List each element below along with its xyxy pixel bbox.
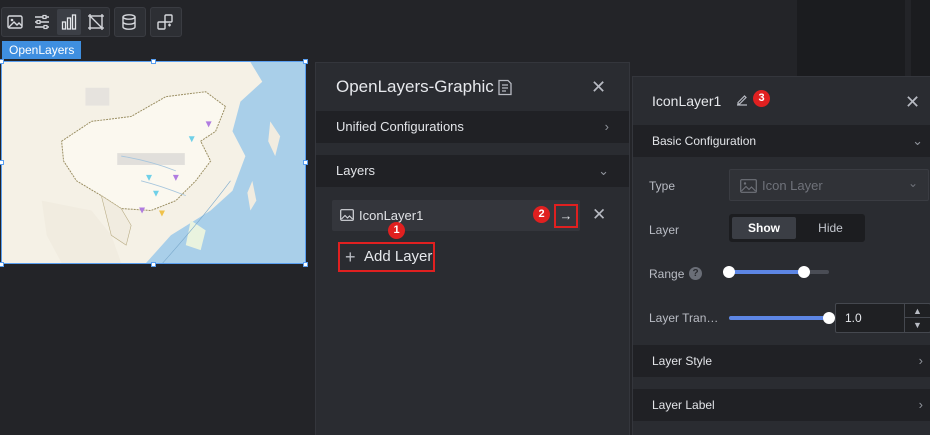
range-slider-min-handle[interactable] bbox=[723, 266, 735, 278]
graphic-config-panel: OpenLayers-Graphic ✕ Unified Configurati… bbox=[315, 62, 630, 435]
plus-icon: + bbox=[345, 247, 356, 267]
type-value: Icon Layer bbox=[762, 178, 823, 193]
help-icon[interactable]: ? bbox=[689, 267, 702, 280]
resize-handle[interactable] bbox=[303, 262, 308, 267]
type-select[interactable]: Icon Layer ⌄ bbox=[729, 169, 929, 201]
range-slider-fill bbox=[729, 270, 804, 274]
resize-handle[interactable] bbox=[0, 160, 4, 165]
transparency-slider-fill bbox=[729, 316, 829, 320]
range-slider-max-handle[interactable] bbox=[798, 266, 810, 278]
close-icon[interactable]: ✕ bbox=[591, 78, 606, 96]
edit-pencil-icon[interactable] bbox=[735, 93, 749, 107]
image-tool-button[interactable] bbox=[3, 9, 28, 35]
visibility-toggle: Show Hide bbox=[729, 214, 865, 242]
step-badge-2: 2 bbox=[533, 206, 550, 223]
crop-frame-icon bbox=[87, 14, 104, 30]
stepper: ▲ ▼ bbox=[904, 304, 930, 332]
resize-handle[interactable] bbox=[303, 59, 308, 64]
increment-icon[interactable]: ▲ bbox=[905, 304, 930, 318]
interaction-button[interactable] bbox=[152, 9, 178, 35]
shuffle-link-icon bbox=[157, 14, 173, 30]
image-icon bbox=[7, 15, 24, 29]
data-source-button[interactable] bbox=[116, 9, 142, 35]
chevron-right-icon: › bbox=[918, 397, 923, 412]
unified-config-section[interactable]: Unified Configurations › bbox=[316, 111, 629, 143]
close-icon[interactable]: ✕ bbox=[905, 93, 920, 111]
layer-style-section[interactable]: Layer Style › bbox=[633, 345, 930, 377]
show-option[interactable]: Show bbox=[732, 217, 796, 239]
transparency-slider-handle[interactable] bbox=[823, 312, 835, 324]
resize-handle[interactable] bbox=[151, 59, 156, 64]
layer-label-section[interactable]: Layer Label › bbox=[633, 389, 930, 421]
decrement-icon[interactable]: ▼ bbox=[905, 318, 930, 332]
panel-title: OpenLayers-Graphic bbox=[336, 77, 494, 96]
transparency-value: 1.0 bbox=[845, 311, 862, 325]
toolbar-group-data bbox=[114, 7, 146, 37]
range-label: Range bbox=[649, 267, 685, 281]
resize-handle[interactable] bbox=[0, 262, 4, 267]
panel-title: IconLayer1 bbox=[652, 93, 722, 109]
transparency-label: Layer Tran… bbox=[649, 311, 719, 325]
step-badge-1: 1 bbox=[388, 222, 405, 239]
toolbar-group-interaction bbox=[150, 7, 182, 37]
bar-chart-icon bbox=[61, 14, 77, 30]
sliders-icon bbox=[35, 14, 50, 30]
chevron-right-icon: › bbox=[604, 119, 609, 134]
resize-handle[interactable] bbox=[303, 160, 308, 165]
transparency-input[interactable]: 1.0 ▲ ▼ bbox=[835, 303, 930, 333]
chevron-down-icon: ⌄ bbox=[598, 163, 609, 178]
database-icon bbox=[122, 14, 136, 30]
settings-tool-button[interactable] bbox=[30, 9, 55, 35]
toolbar-group-main bbox=[1, 7, 110, 37]
image-icon bbox=[340, 209, 354, 221]
map-widget-tag[interactable]: OpenLayers bbox=[2, 41, 82, 59]
chevron-down-icon: ⌄ bbox=[912, 133, 923, 148]
section-label: Unified Configurations bbox=[336, 119, 464, 134]
layer-visibility-label: Layer bbox=[649, 223, 680, 237]
image-icon bbox=[740, 179, 757, 193]
basic-config-section[interactable]: Basic Configuration ⌄ bbox=[633, 125, 930, 157]
layers-section[interactable]: Layers ⌄ bbox=[316, 155, 629, 187]
map-widget[interactable] bbox=[1, 61, 306, 264]
type-label: Type bbox=[649, 179, 676, 193]
section-label: Layer Label bbox=[652, 398, 715, 412]
document-icon[interactable] bbox=[497, 79, 513, 96]
resize-handle[interactable] bbox=[151, 262, 156, 267]
section-label: Basic Configuration bbox=[652, 134, 757, 148]
delete-layer-icon[interactable]: ✕ bbox=[592, 205, 606, 225]
chevron-right-icon: › bbox=[918, 353, 923, 368]
section-label: Layers bbox=[336, 163, 376, 178]
open-layer-button[interactable]: → bbox=[554, 204, 578, 228]
resize-handle[interactable] bbox=[0, 59, 4, 64]
add-layer-label: Add Layer bbox=[364, 248, 433, 265]
canvas-background-block bbox=[911, 0, 930, 76]
icon-layer-config-panel: IconLayer1 3 ✕ Basic Configuration ⌄ Typ… bbox=[632, 76, 930, 435]
hide-option[interactable]: Hide bbox=[799, 217, 862, 239]
step-badge-3: 3 bbox=[753, 90, 770, 107]
add-layer-button[interactable]: + Add Layer bbox=[338, 242, 435, 272]
chart-tool-button[interactable] bbox=[56, 9, 82, 35]
canvas-background-block bbox=[797, 0, 905, 76]
map-graphic bbox=[2, 62, 305, 263]
layer-name: IconLayer1 bbox=[359, 208, 424, 223]
chevron-down-icon: ⌄ bbox=[907, 176, 918, 190]
section-label: Layer Style bbox=[652, 354, 713, 368]
frame-tool-button[interactable] bbox=[83, 9, 108, 35]
